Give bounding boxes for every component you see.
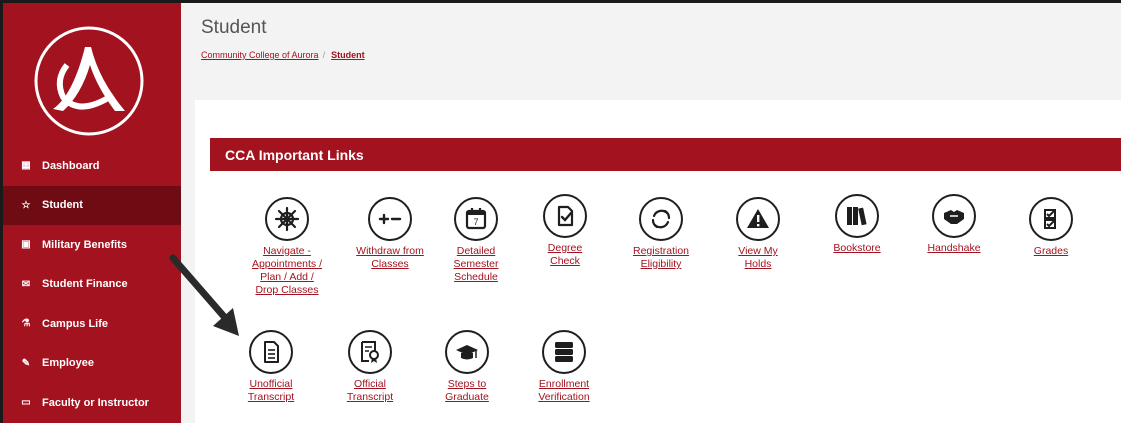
flask-icon: ⚗ <box>21 318 31 330</box>
graduation-cap-icon <box>445 330 489 374</box>
breadcrumb: Community College of Aurora / Student <box>201 50 365 60</box>
handshake-icon <box>932 194 976 238</box>
breadcrumb-current-link[interactable]: Student <box>331 50 365 60</box>
sidebar-item-military-benefits[interactable]: ▣ Military Benefits <box>3 225 181 265</box>
link-handshake[interactable]: Handshake <box>909 194 999 255</box>
sidebar-item-student[interactable]: ☆ Student <box>3 185 181 225</box>
sidebar: ▦ Dashboard ☆ Student ▣ Military Benefit… <box>3 3 181 423</box>
college-logo[interactable] <box>33 25 145 137</box>
sidebar-item-label: Campus Life <box>42 317 109 330</box>
refresh-icon <box>639 197 683 241</box>
sidebar-item-label: Faculty or Instructor <box>42 396 149 409</box>
section-header: CCA Important Links <box>210 138 1121 171</box>
star-icon: ☆ <box>21 199 31 211</box>
warning-icon <box>736 197 780 241</box>
sidebar-item-label: Student Finance <box>42 278 128 291</box>
link-detailed-semester-schedule[interactable]: 7 Detailed Semester Schedule <box>431 197 521 284</box>
link-label: Official Transcript <box>346 378 394 403</box>
link-bookstore[interactable]: Bookstore <box>812 194 902 255</box>
dashboard-grid-icon: ▦ <box>21 160 31 172</box>
link-registration-eligibility[interactable]: Registration Eligibility <box>616 197 706 271</box>
plus-minus-icon <box>368 197 412 241</box>
certificate-icon <box>348 330 392 374</box>
link-view-my-holds[interactable]: View My Holds <box>713 197 803 271</box>
breadcrumb-separator: / <box>322 50 326 60</box>
link-label: Handshake <box>927 242 981 254</box>
link-grades[interactable]: Grades <box>1006 197 1096 258</box>
books-icon <box>835 194 879 238</box>
breadcrumb-home-link[interactable]: Community College of Aurora <box>201 50 319 60</box>
sidebar-item-label: Employee <box>42 357 94 370</box>
link-label: Degree Check <box>547 242 583 267</box>
server-icon <box>542 330 586 374</box>
link-official-transcript[interactable]: Official Transcript <box>325 330 415 404</box>
edit-icon: ✎ <box>21 357 31 369</box>
link-enrollment-verification[interactable]: Enrollment Verification <box>519 330 609 404</box>
sidebar-item-campus-life[interactable]: ⚗ Campus Life <box>3 304 181 344</box>
link-label: Enrollment Verification <box>538 378 590 403</box>
sidebar-item-dashboard[interactable]: ▦ Dashboard <box>3 146 181 186</box>
sidebar-item-label: Dashboard <box>42 159 100 172</box>
monitor-icon: ▭ <box>21 397 31 409</box>
page-title: Student <box>201 17 267 38</box>
calendar-icon: 7 <box>454 197 498 241</box>
svg-text:7: 7 <box>473 217 478 227</box>
id-card-icon: ▣ <box>21 239 31 251</box>
link-label: Withdraw from Classes <box>356 245 424 270</box>
sidebar-item-label: Military Benefits <box>42 238 127 251</box>
sidebar-nav: ▦ Dashboard ☆ Student ▣ Military Benefit… <box>3 146 181 423</box>
checklist-icon <box>1029 197 1073 241</box>
link-label: Unofficial Transcript <box>247 378 295 403</box>
sidebar-item-faculty-or-instructor[interactable]: ▭ Faculty or Instructor <box>3 383 181 423</box>
link-label: View My Holds <box>738 245 778 270</box>
envelope-icon: ✉ <box>21 278 31 290</box>
sidebar-item-employee[interactable]: ✎ Employee <box>3 344 181 384</box>
link-navigate[interactable]: Navigate - Appointments / Plan / Add / D… <box>242 197 332 297</box>
link-label: Registration Eligibility <box>632 245 690 270</box>
document-check-icon <box>543 194 587 238</box>
link-label: Detailed Semester Schedule <box>453 245 499 283</box>
link-degree-check[interactable]: Degree Check <box>520 194 610 268</box>
link-label: Steps to Graduate <box>445 378 489 403</box>
link-steps-to-graduate[interactable]: Steps to Graduate <box>422 330 512 404</box>
main-content: Student Community College of Aurora / Stud… <box>181 3 1121 423</box>
link-label: Grades <box>1033 245 1069 257</box>
link-label: Bookstore <box>833 242 881 254</box>
link-label: Navigate - Appointments / Plan / Add / D… <box>251 245 323 296</box>
links-panel: CCA Important Links Navigate - Appointme… <box>195 100 1121 423</box>
link-withdraw-from-classes[interactable]: Withdraw from Classes <box>345 197 435 271</box>
ship-wheel-icon <box>265 197 309 241</box>
sidebar-item-label: Student <box>42 199 83 212</box>
file-icon <box>249 330 293 374</box>
sidebar-item-student-finance[interactable]: ✉ Student Finance <box>3 265 181 305</box>
annotation-arrow-icon <box>169 254 239 336</box>
